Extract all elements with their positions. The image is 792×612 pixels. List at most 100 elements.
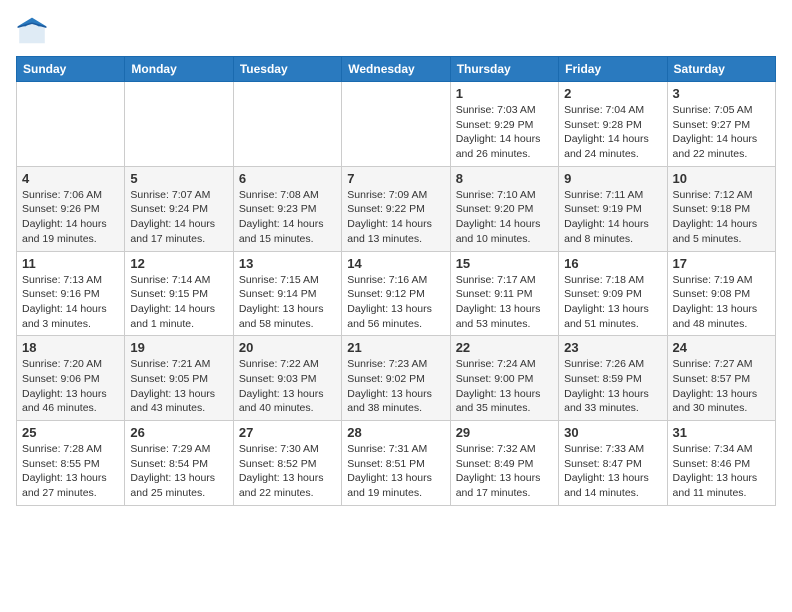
day-info: Sunrise: 7:21 AM Sunset: 9:05 PM Dayligh…: [130, 357, 227, 416]
day-info: Sunrise: 7:27 AM Sunset: 8:57 PM Dayligh…: [673, 357, 770, 416]
day-number: 22: [456, 340, 553, 355]
calendar-week-row: 18 Sunrise: 7:20 AM Sunset: 9:06 PM Dayli…: [17, 336, 776, 421]
day-number: 14: [347, 256, 444, 271]
day-number: 28: [347, 425, 444, 440]
day-number: 17: [673, 256, 770, 271]
calendar-cell: 5 Sunrise: 7:07 AM Sunset: 9:24 PM Daylig…: [125, 166, 233, 251]
day-info: Sunrise: 7:12 AM Sunset: 9:18 PM Dayligh…: [673, 188, 770, 247]
calendar-header: SundayMondayTuesdayWednesdayThursdayFrid…: [17, 57, 776, 82]
calendar-cell: 6 Sunrise: 7:08 AM Sunset: 9:23 PM Daylig…: [233, 166, 341, 251]
calendar-cell: 21Sunrise: 7:23 AM Sunset: 9:02 PM Dayli…: [342, 336, 450, 421]
day-number: 23: [564, 340, 661, 355]
calendar-cell: 3 Sunrise: 7:05 AM Sunset: 9:27 PM Daylig…: [667, 82, 775, 167]
days-of-week-row: SundayMondayTuesdayWednesdayThursdayFrid…: [17, 57, 776, 82]
calendar-cell: 10Sunrise: 7:12 AM Sunset: 9:18 PM Dayli…: [667, 166, 775, 251]
calendar-cell: 19Sunrise: 7:21 AM Sunset: 9:05 PM Dayli…: [125, 336, 233, 421]
calendar-cell: [233, 82, 341, 167]
calendar-cell: 2Sunrise: 7:04 AM Sunset: 9:28 PM Daylig…: [559, 82, 667, 167]
calendar-week-row: 11 Sunrise: 7:13 AM Sunset: 9:16 PM Dayli…: [17, 251, 776, 336]
day-info: Sunrise: 7:26 AM Sunset: 8:59 PM Dayligh…: [564, 357, 661, 416]
day-number: 9: [564, 171, 661, 186]
calendar-week-row: 25 Sunrise: 7:28 AM Sunset: 8:55 PM Dayli…: [17, 421, 776, 506]
day-info: Sunrise: 7:15 AM Sunset: 9:14 PM Dayligh…: [239, 273, 336, 332]
calendar-body: 1Sunrise: 7:03 AM Sunset: 9:29 PM Daylig…: [17, 82, 776, 506]
day-info: Sunrise: 7:30 AM Sunset: 8:52 PM Dayligh…: [239, 442, 336, 501]
calendar-cell: 24 Sunrise: 7:27 AM Sunset: 8:57 PM Dayli…: [667, 336, 775, 421]
day-number: 6: [239, 171, 336, 186]
calendar-cell: 1Sunrise: 7:03 AM Sunset: 9:29 PM Daylig…: [450, 82, 558, 167]
day-number: 24: [673, 340, 770, 355]
logo: [16, 16, 52, 48]
day-number: 27: [239, 425, 336, 440]
logo-icon: [16, 16, 48, 48]
day-number: 4: [22, 171, 119, 186]
calendar-cell: 9 Sunrise: 7:11 AM Sunset: 9:19 PM Daylig…: [559, 166, 667, 251]
day-info: Sunrise: 7:33 AM Sunset: 8:47 PM Dayligh…: [564, 442, 661, 501]
day-info: Sunrise: 7:23 AM Sunset: 9:02 PM Dayligh…: [347, 357, 444, 416]
day-number: 16: [564, 256, 661, 271]
header: [16, 16, 776, 48]
day-number: 11: [22, 256, 119, 271]
day-of-week-header: Sunday: [17, 57, 125, 82]
day-info: Sunrise: 7:29 AM Sunset: 8:54 PM Dayligh…: [130, 442, 227, 501]
day-of-week-header: Saturday: [667, 57, 775, 82]
day-info: Sunrise: 7:05 AM Sunset: 9:27 PM Dayligh…: [673, 103, 770, 162]
calendar-cell: 23 Sunrise: 7:26 AM Sunset: 8:59 PM Dayli…: [559, 336, 667, 421]
day-info: Sunrise: 7:31 AM Sunset: 8:51 PM Dayligh…: [347, 442, 444, 501]
day-info: Sunrise: 7:07 AM Sunset: 9:24 PM Dayligh…: [130, 188, 227, 247]
day-info: Sunrise: 7:17 AM Sunset: 9:11 PM Dayligh…: [456, 273, 553, 332]
calendar-cell: 17Sunrise: 7:19 AM Sunset: 9:08 PM Dayli…: [667, 251, 775, 336]
calendar-cell: 31 Sunrise: 7:34 AM Sunset: 8:46 PM Dayli…: [667, 421, 775, 506]
day-number: 1: [456, 86, 553, 101]
calendar-cell: 4 Sunrise: 7:06 AM Sunset: 9:26 PM Daylig…: [17, 166, 125, 251]
day-info: Sunrise: 7:13 AM Sunset: 9:16 PM Dayligh…: [22, 273, 119, 332]
day-info: Sunrise: 7:14 AM Sunset: 9:15 PM Dayligh…: [130, 273, 227, 332]
calendar-cell: 20Sunrise: 7:22 AM Sunset: 9:03 PM Dayli…: [233, 336, 341, 421]
calendar-cell: [342, 82, 450, 167]
calendar-cell: 13Sunrise: 7:15 AM Sunset: 9:14 PM Dayli…: [233, 251, 341, 336]
day-info: Sunrise: 7:16 AM Sunset: 9:12 PM Dayligh…: [347, 273, 444, 332]
day-number: 15: [456, 256, 553, 271]
day-info: Sunrise: 7:22 AM Sunset: 9:03 PM Dayligh…: [239, 357, 336, 416]
calendar-cell: 7 Sunrise: 7:09 AM Sunset: 9:22 PM Daylig…: [342, 166, 450, 251]
calendar-cell: [125, 82, 233, 167]
day-number: 30: [564, 425, 661, 440]
day-info: Sunrise: 7:09 AM Sunset: 9:22 PM Dayligh…: [347, 188, 444, 247]
calendar-cell: 27 Sunrise: 7:30 AM Sunset: 8:52 PM Dayli…: [233, 421, 341, 506]
calendar-cell: 16 Sunrise: 7:18 AM Sunset: 9:09 PM Dayli…: [559, 251, 667, 336]
day-info: Sunrise: 7:28 AM Sunset: 8:55 PM Dayligh…: [22, 442, 119, 501]
day-info: Sunrise: 7:24 AM Sunset: 9:00 PM Dayligh…: [456, 357, 553, 416]
calendar-cell: 22 Sunrise: 7:24 AM Sunset: 9:00 PM Dayli…: [450, 336, 558, 421]
calendar-cell: 8 Sunrise: 7:10 AM Sunset: 9:20 PM Daylig…: [450, 166, 558, 251]
day-info: Sunrise: 7:32 AM Sunset: 8:49 PM Dayligh…: [456, 442, 553, 501]
day-info: Sunrise: 7:08 AM Sunset: 9:23 PM Dayligh…: [239, 188, 336, 247]
calendar-cell: 18 Sunrise: 7:20 AM Sunset: 9:06 PM Dayli…: [17, 336, 125, 421]
day-number: 26: [130, 425, 227, 440]
day-info: Sunrise: 7:34 AM Sunset: 8:46 PM Dayligh…: [673, 442, 770, 501]
day-info: Sunrise: 7:20 AM Sunset: 9:06 PM Dayligh…: [22, 357, 119, 416]
day-number: 3: [673, 86, 770, 101]
day-info: Sunrise: 7:18 AM Sunset: 9:09 PM Dayligh…: [564, 273, 661, 332]
calendar-cell: 29Sunrise: 7:32 AM Sunset: 8:49 PM Dayli…: [450, 421, 558, 506]
day-number: 7: [347, 171, 444, 186]
day-number: 8: [456, 171, 553, 186]
calendar: SundayMondayTuesdayWednesdayThursdayFrid…: [16, 56, 776, 506]
day-number: 31: [673, 425, 770, 440]
day-of-week-header: Tuesday: [233, 57, 341, 82]
calendar-cell: 11 Sunrise: 7:13 AM Sunset: 9:16 PM Dayli…: [17, 251, 125, 336]
day-number: 25: [22, 425, 119, 440]
day-number: 18: [22, 340, 119, 355]
calendar-cell: 14 Sunrise: 7:16 AM Sunset: 9:12 PM Dayli…: [342, 251, 450, 336]
calendar-cell: 25 Sunrise: 7:28 AM Sunset: 8:55 PM Dayli…: [17, 421, 125, 506]
calendar-cell: 28 Sunrise: 7:31 AM Sunset: 8:51 PM Dayli…: [342, 421, 450, 506]
calendar-cell: 26 Sunrise: 7:29 AM Sunset: 8:54 PM Dayli…: [125, 421, 233, 506]
day-info: Sunrise: 7:06 AM Sunset: 9:26 PM Dayligh…: [22, 188, 119, 247]
day-of-week-header: Monday: [125, 57, 233, 82]
day-number: 5: [130, 171, 227, 186]
day-info: Sunrise: 7:11 AM Sunset: 9:19 PM Dayligh…: [564, 188, 661, 247]
day-of-week-header: Wednesday: [342, 57, 450, 82]
calendar-cell: 15 Sunrise: 7:17 AM Sunset: 9:11 PM Dayli…: [450, 251, 558, 336]
calendar-cell: 30 Sunrise: 7:33 AM Sunset: 8:47 PM Dayli…: [559, 421, 667, 506]
day-info: Sunrise: 7:10 AM Sunset: 9:20 PM Dayligh…: [456, 188, 553, 247]
day-number: 12: [130, 256, 227, 271]
